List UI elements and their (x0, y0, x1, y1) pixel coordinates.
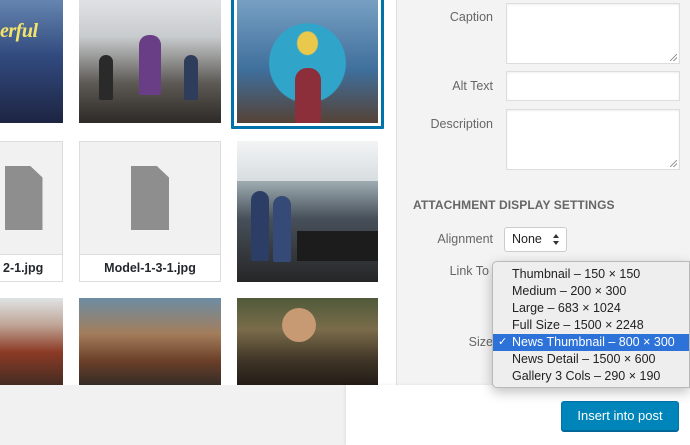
attachment-filename: Model-1-3-1.jpg (80, 254, 220, 281)
size-option-full[interactable]: Full Size – 1500 × 2248 (493, 317, 689, 334)
photo-overlay-text: erful (0, 20, 38, 42)
alt-text-field[interactable] (506, 71, 680, 101)
size-option-thumbnail[interactable]: Thumbnail – 150 × 150 (493, 266, 689, 283)
alignment-select[interactable]: None (504, 227, 567, 252)
attachment-thumbnail-band[interactable] (237, 298, 378, 385)
display-settings-heading: Attachment Display Settings (413, 198, 615, 212)
selected-attachment-outline (231, 0, 384, 129)
size-option-news-thumbnail[interactable]: News Thumbnail – 800 × 300 (493, 334, 689, 351)
person-figure (282, 308, 316, 342)
document-icon (131, 166, 169, 230)
performer-figure (184, 55, 198, 100)
size-option-news-detail[interactable]: News Detail – 1500 × 600 (493, 351, 689, 368)
caption-field[interactable] (506, 3, 680, 64)
attachment-thumbnail-stage[interactable] (79, 0, 221, 123)
description-field[interactable] (506, 109, 680, 170)
size-label: Size (468, 335, 493, 349)
link-to-label: Link To (449, 264, 489, 278)
document-icon (4, 166, 43, 230)
display-table (297, 231, 378, 261)
size-option-medium[interactable]: Medium – 200 × 300 (493, 283, 689, 300)
attachment-file-model-1-3-1[interactable]: Model-1-3-1.jpg (79, 141, 221, 282)
attachment-thumbnail-dancer[interactable]: erful (0, 0, 63, 123)
description-label: Description (430, 117, 493, 131)
attachment-file-2-1[interactable]: 2-1.jpg (0, 141, 63, 282)
size-dropdown-menu[interactable]: Thumbnail – 150 × 150 Medium – 200 × 300… (492, 261, 690, 388)
attachments-grid: erful 2-1.jpg Model-1-3-1.jpg (0, 0, 396, 385)
attachment-filename: 2-1.jpg (0, 254, 62, 281)
insert-into-post-button[interactable]: Insert into post (561, 401, 679, 431)
caption-label: Caption (449, 10, 493, 24)
alignment-label: Alignment (437, 232, 493, 246)
alignment-value: None (512, 232, 542, 246)
person-figure (251, 191, 269, 261)
media-toolbar-left (0, 385, 346, 445)
person-figure (273, 196, 291, 262)
performer-figure (139, 35, 161, 95)
size-option-gallery-3-cols[interactable]: Gallery 3 Cols – 290 × 190 (493, 368, 689, 385)
tent-canopy (237, 141, 378, 181)
select-arrows-icon (552, 234, 560, 245)
size-option-large[interactable]: Large – 683 × 1024 (493, 300, 689, 317)
alt-text-label: Alt Text (452, 79, 493, 93)
performer-figure (99, 55, 113, 100)
attachment-thumbnail-market-stall[interactable] (237, 141, 378, 282)
attachment-thumbnail-puppets[interactable] (79, 298, 221, 385)
attachment-thumbnail-warrior[interactable] (0, 298, 63, 385)
